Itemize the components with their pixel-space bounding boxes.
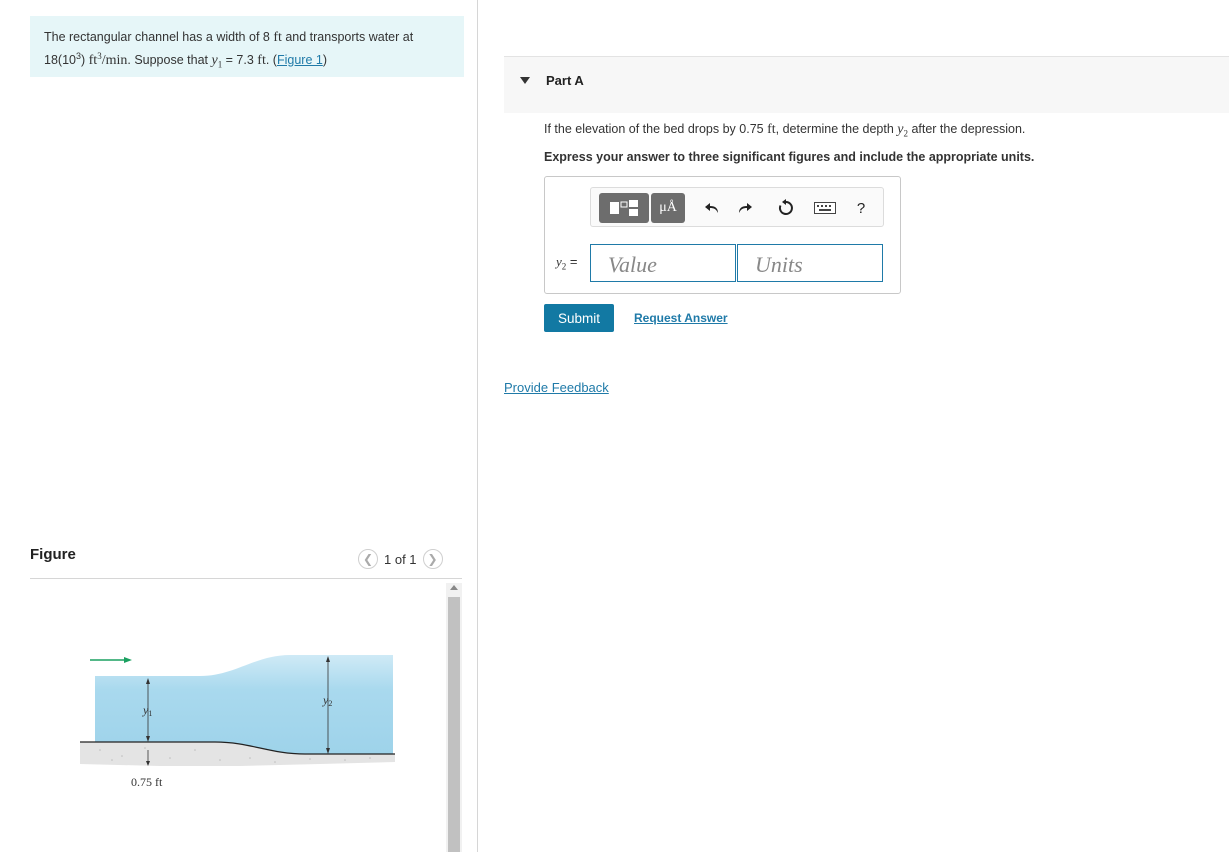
problem-text: = 7.3 bbox=[222, 53, 258, 68]
unit-ft: ft bbox=[767, 122, 776, 137]
column-divider bbox=[477, 0, 478, 852]
submit-button[interactable]: Submit bbox=[544, 304, 614, 332]
problem-statement: The rectangular channel has a width of 8… bbox=[30, 16, 464, 77]
value-input[interactable] bbox=[590, 244, 736, 282]
figure-link[interactable]: Figure 1 bbox=[277, 53, 323, 67]
caret-down-icon[interactable] bbox=[520, 77, 530, 84]
redo-icon[interactable] bbox=[734, 197, 756, 219]
question-text: If the elevation of the bed drops by 0.7… bbox=[544, 122, 1025, 139]
figure-pager: ❮ 1 of 1 ❯ bbox=[358, 547, 443, 571]
chevron-left-icon[interactable]: ❮ bbox=[358, 549, 378, 569]
keyboard-icon[interactable] bbox=[813, 197, 837, 219]
unit-ft: ft bbox=[257, 53, 266, 69]
part-a-header[interactable]: Part A bbox=[504, 56, 1229, 113]
templates-button[interactable] bbox=[599, 193, 649, 223]
instruction-text: Express your answer to three significant… bbox=[544, 150, 1035, 164]
help-button[interactable]: ? bbox=[851, 197, 871, 219]
part-title: Part A bbox=[546, 73, 584, 88]
provide-feedback-link[interactable]: Provide Feedback bbox=[504, 380, 609, 395]
problem-text: and transports water at bbox=[281, 30, 414, 44]
undo-icon[interactable] bbox=[701, 197, 723, 219]
figure-page-count: 1 of 1 bbox=[384, 551, 417, 567]
answer-variable-label: y2 = bbox=[556, 254, 578, 272]
request-answer-link[interactable]: Request Answer bbox=[634, 311, 728, 325]
problem-text: ) bbox=[81, 53, 89, 68]
scroll-up-icon[interactable] bbox=[450, 585, 458, 590]
answer-box: μÅ ? y2 = bbox=[544, 176, 901, 294]
templates-icon bbox=[610, 200, 638, 216]
figure-divider bbox=[30, 578, 462, 579]
question-part: , determine the depth bbox=[775, 122, 898, 136]
unit-ft: ft bbox=[273, 30, 282, 45]
flow-value: 18(10 bbox=[44, 53, 76, 68]
problem-text: ) bbox=[322, 53, 327, 68]
question-part: If the elevation of the bed drops by 0.7… bbox=[544, 122, 768, 136]
question-part: after the depression. bbox=[907, 122, 1026, 136]
problem-text: . Suppose that bbox=[127, 53, 212, 68]
flow-arrow bbox=[90, 657, 132, 663]
figure-title: Figure bbox=[30, 546, 76, 563]
units-input[interactable] bbox=[737, 244, 883, 282]
equals-sign: = bbox=[566, 254, 578, 269]
figure-scrollbar[interactable] bbox=[446, 583, 462, 852]
chevron-right-icon[interactable]: ❯ bbox=[422, 549, 443, 569]
water-body bbox=[95, 655, 393, 754]
flow-unit: ft bbox=[88, 53, 98, 69]
channel-figure: y1 y2 0.75 ft bbox=[80, 655, 395, 789]
problem-text: . ( bbox=[265, 53, 277, 68]
problem-text: The rectangular channel has a width of 8 bbox=[44, 30, 274, 44]
symbols-button[interactable]: μÅ bbox=[651, 193, 685, 223]
problem-line-2: 18(103) ft3/min. Suppose that y1 = 7.3 f… bbox=[44, 47, 450, 75]
problem-line-1: The rectangular channel has a width of 8… bbox=[44, 28, 450, 47]
drop-label: 0.75 ft bbox=[131, 775, 163, 789]
math-toolbar: μÅ ? bbox=[590, 187, 884, 227]
scrollbar-thumb[interactable] bbox=[448, 597, 460, 852]
reset-icon[interactable] bbox=[775, 197, 797, 219]
flow-unit-per: /min bbox=[101, 53, 128, 69]
